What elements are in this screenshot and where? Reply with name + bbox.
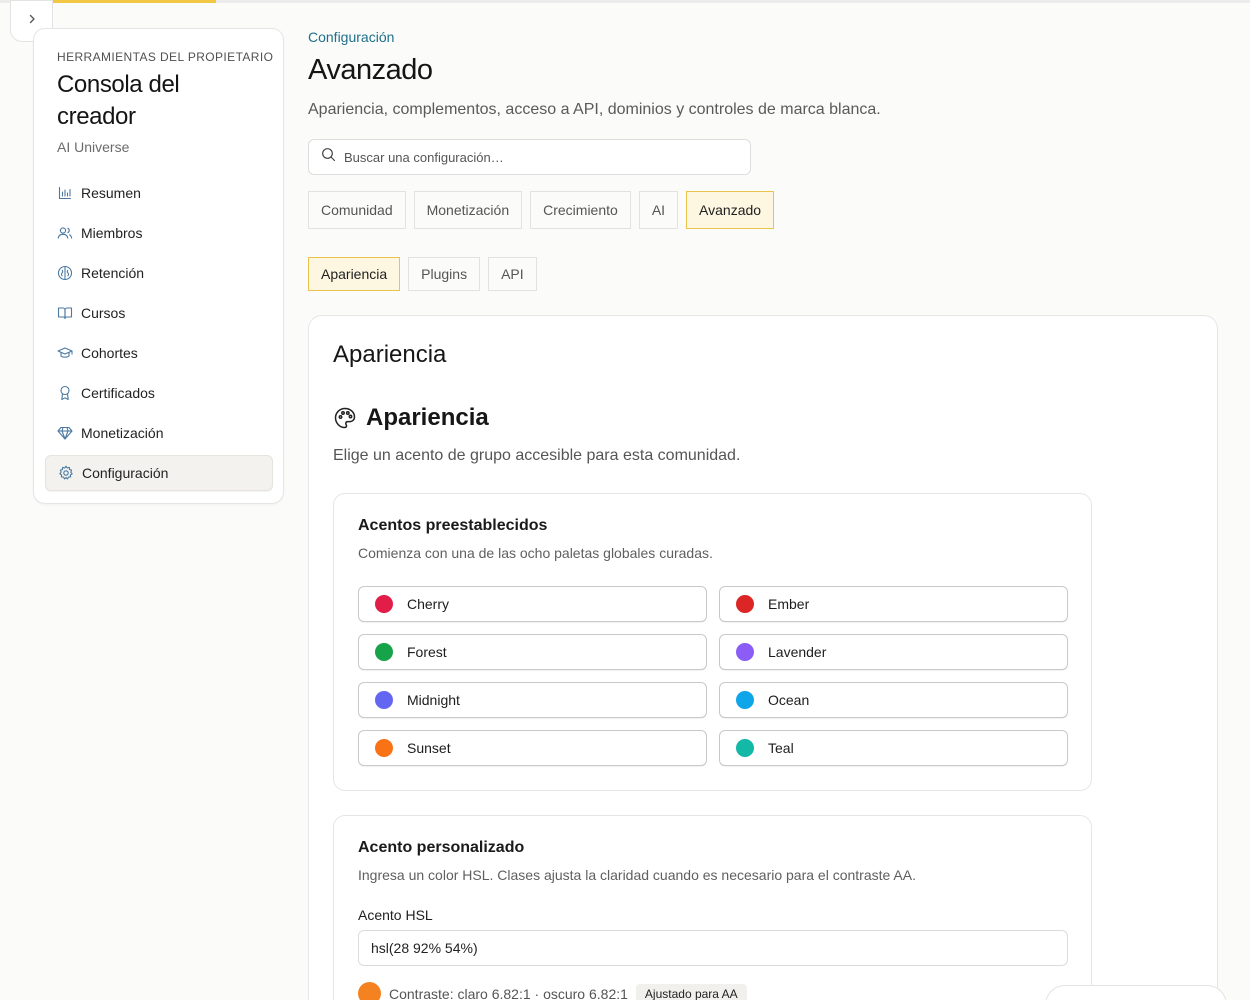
sidebar-item-label: Cursos [81, 305, 126, 321]
custom-accent-title: Acento personalizado [358, 839, 525, 856]
hsl-input[interactable] [358, 930, 1068, 966]
appearance-section-description: Elige un acento de grupo accesible para … [333, 447, 741, 464]
sidebar-item-configuracion[interactable]: Configuración [45, 455, 273, 491]
tab-avanzado[interactable]: Avanzado [686, 191, 775, 229]
tab-ai[interactable]: AI [638, 191, 679, 229]
preset-cherry[interactable]: Cherry [358, 586, 707, 622]
hsl-input-label: Acento HSL [358, 907, 433, 923]
preset-accents-card: Acentos preestablecidos Comienza con una… [333, 493, 1092, 791]
subtab-apariencia[interactable]: Apariencia [308, 257, 401, 291]
users-icon [57, 225, 73, 241]
preset-forest[interactable]: Forest [358, 634, 707, 670]
sidebar-item-label: Monetización [81, 425, 164, 441]
color-swatch [736, 643, 754, 661]
preset-grid: Cherry Ember Forest Lavender Midnight Oc… [358, 586, 1068, 766]
color-swatch [375, 691, 393, 709]
sidebar-item-cursos[interactable]: Cursos [45, 295, 273, 331]
preset-accents-description: Comienza con una de las ocho paletas glo… [358, 545, 713, 561]
color-swatch [736, 691, 754, 709]
preset-accents-title: Acentos preestablecidos [358, 517, 548, 534]
subtab-api[interactable]: API [488, 257, 537, 291]
preset-ocean[interactable]: Ocean [719, 682, 1068, 718]
tab-monetizacion[interactable]: Monetización [413, 191, 523, 229]
preset-label: Ocean [768, 692, 810, 708]
sidebar-item-label: Miembros [81, 225, 143, 241]
preset-teal[interactable]: Teal [719, 730, 1068, 766]
gem-icon [57, 425, 73, 441]
preset-label: Teal [768, 740, 794, 756]
chevron-right-icon [26, 12, 38, 30]
page-description: Apariencia, complementos, acceso a API, … [308, 101, 881, 118]
color-swatch [736, 595, 754, 613]
contrast-readout: Contraste: claro 6.82:1 · oscuro 6.82:1 [389, 985, 628, 1000]
preset-label: Midnight [407, 692, 460, 708]
appearance-card: Apariencia Apariencia Elige un acento de… [308, 315, 1218, 1000]
book-open-icon [57, 305, 73, 321]
search-icon [321, 147, 336, 167]
tab-comunidad[interactable]: Comunidad [308, 191, 406, 229]
color-swatch [736, 739, 754, 757]
preset-label: Cherry [407, 596, 450, 612]
bar-chart-icon [57, 185, 73, 201]
sidebar-title: Consola del creador [57, 71, 180, 130]
palette-icon [333, 406, 357, 430]
custom-accent-description: Ingresa un color HSL. Clases ajusta la c… [358, 867, 916, 883]
sidebar-item-label: Configuración [82, 465, 169, 481]
tab-crecimiento[interactable]: Crecimiento [530, 191, 631, 229]
sidebar-item-retencion[interactable]: Retención [45, 255, 273, 291]
aa-adjusted-badge: Ajustado para AA [635, 983, 747, 1000]
sidebar-nav: Resumen Miembros Retención Cursos Cohort… [45, 175, 273, 495]
appearance-card-title: Apariencia [333, 341, 447, 368]
custom-color-swatch [358, 982, 381, 1000]
sidebar-item-monetizacion[interactable]: Monetización [45, 415, 273, 451]
sidebar-item-resumen[interactable]: Resumen [45, 175, 273, 211]
settings-search[interactable] [308, 139, 751, 175]
color-swatch [375, 739, 393, 757]
sidebar-eyebrow: HERRAMIENTAS DEL PROPIETARIO [57, 50, 274, 64]
page-title: Avanzado [308, 54, 433, 86]
brain-icon [57, 265, 73, 281]
sidebar-item-cohortes[interactable]: Cohortes [45, 335, 273, 371]
sidebar-item-label: Certificados [81, 385, 155, 401]
custom-accent-card: Acento personalizado Ingresa un color HS… [333, 815, 1092, 1000]
sidebar-item-label: Retención [81, 265, 145, 281]
preset-label: Forest [407, 644, 447, 660]
sidebar-item-label: Cohortes [81, 345, 138, 361]
sidebar-subtitle: AI Universe [57, 139, 130, 155]
advanced-subtabs: Apariencia Plugins API [308, 257, 537, 291]
preset-lavender[interactable]: Lavender [719, 634, 1068, 670]
preset-ember[interactable]: Ember [719, 586, 1068, 622]
sidebar-item-certificados[interactable]: Certificados [45, 375, 273, 411]
preset-midnight[interactable]: Midnight [358, 682, 707, 718]
settings-tabs: Comunidad Monetización Crecimiento AI Av… [308, 191, 775, 229]
preset-sunset[interactable]: Sunset [358, 730, 707, 766]
color-swatch [375, 643, 393, 661]
appearance-section-title: Apariencia [366, 404, 489, 431]
graduation-cap-icon [57, 345, 73, 361]
preset-label: Ember [768, 596, 810, 612]
gear-icon [58, 465, 74, 481]
appearance-section-heading: Apariencia [333, 404, 489, 432]
preset-label: Lavender [768, 644, 827, 660]
sidebar: HERRAMIENTAS DEL PROPIETARIO Consola del… [33, 28, 284, 504]
sidebar-item-miembros[interactable]: Miembros [45, 215, 273, 251]
sidebar-item-label: Resumen [81, 185, 141, 201]
contrast-row: Contraste: claro 6.82:1 · oscuro 6.82:1 … [358, 982, 747, 1000]
search-input[interactable] [344, 149, 724, 165]
color-swatch [375, 595, 393, 613]
floating-widget[interactable] [1045, 985, 1227, 1000]
preset-label: Sunset [407, 740, 451, 756]
subtab-plugins[interactable]: Plugins [408, 257, 481, 291]
award-icon [57, 385, 73, 401]
breadcrumb[interactable]: Configuración [308, 29, 394, 45]
